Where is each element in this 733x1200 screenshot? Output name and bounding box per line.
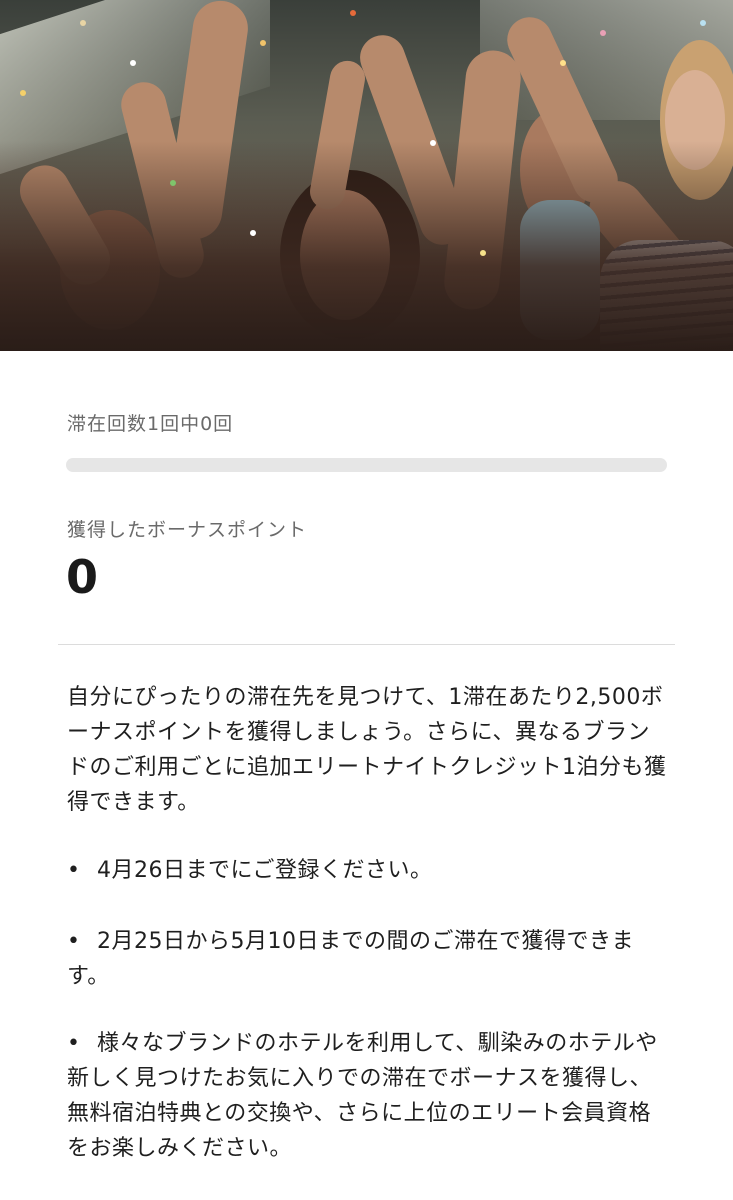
- confetti: [350, 10, 356, 16]
- confetti: [170, 180, 176, 186]
- confetti: [430, 140, 436, 146]
- confetti: [20, 90, 26, 96]
- bullet-symbol: •: [67, 1031, 81, 1056]
- confetti: [130, 60, 136, 66]
- promotion-description: 自分にぴったりの滞在先を見つけて、1滞在あたり2,500ボーナスポイントを獲得し…: [67, 680, 672, 820]
- confetti: [480, 250, 486, 256]
- bonus-points-label: 獲得したボーナスポイント: [67, 519, 308, 541]
- bullet-item: • 4月26日までにご登録ください。: [67, 853, 672, 888]
- confetti: [600, 30, 606, 36]
- confetti: [700, 20, 706, 26]
- bonus-points-value: 0: [66, 550, 99, 604]
- confetti: [80, 20, 86, 26]
- stay-count-label: 滞在回数1回中0回: [67, 413, 234, 435]
- bullet-symbol: •: [67, 858, 81, 883]
- confetti: [250, 230, 256, 236]
- promotion-page: 滞在回数1回中0回 獲得したボーナスポイント 0 自分にぴったりの滞在先を見つけ…: [0, 0, 733, 1200]
- bullet-text-stay-period: 2月25日から5月10日までの間のご滞在で獲得できます。: [67, 929, 634, 989]
- bullet-text-registration: 4月26日までにご登録ください。: [97, 858, 433, 883]
- promotion-intro-text: 自分にぴったりの滞在先を見つけて、1滞在あたり2,500ボーナスポイントを獲得し…: [67, 685, 667, 815]
- hero-image-celebrating-crowd: [0, 0, 733, 351]
- confetti: [260, 40, 266, 46]
- confetti: [560, 60, 566, 66]
- stay-progress-bar: [66, 458, 667, 472]
- crowd-shadow: [0, 141, 733, 351]
- bullet-item: • 2月25日から5月10日までの間のご滞在で獲得できます。: [67, 924, 672, 994]
- section-divider: [58, 644, 675, 645]
- bullet-symbol: •: [67, 929, 81, 954]
- bullet-text-brands: 様々なブランドのホテルを利用して、馴染みのホテルや新しく見つけたお気に入りでの滞…: [67, 1031, 658, 1161]
- bullet-item: • 様々なブランドのホテルを利用して、馴染みのホテルや新しく見つけたお気に入りでの…: [67, 1026, 672, 1166]
